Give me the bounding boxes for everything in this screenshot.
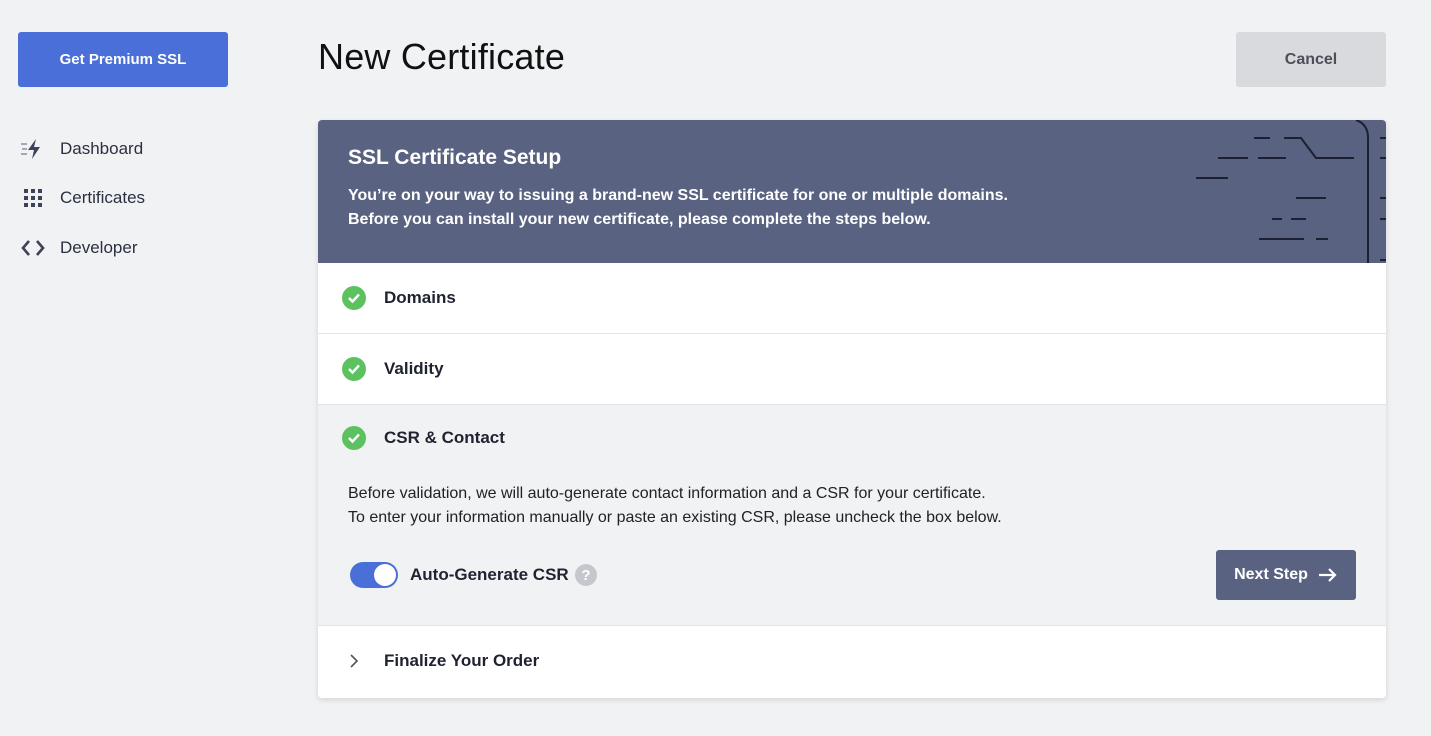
decoration-lines-icon bbox=[1196, 120, 1386, 263]
arrow-right-icon bbox=[1318, 568, 1337, 582]
auto-generate-csr-toggle[interactable] bbox=[350, 562, 398, 588]
check-circle-icon bbox=[342, 426, 366, 450]
step-label: Domains bbox=[384, 288, 456, 307]
csr-description: Before validation, we will auto-generate… bbox=[348, 482, 1386, 530]
sidebar-item-dashboard[interactable]: Dashboard bbox=[20, 124, 145, 174]
step-domains[interactable]: Domains bbox=[318, 263, 1386, 334]
help-icon[interactable]: ? bbox=[575, 564, 597, 586]
csr-desc-line-1: Before validation, we will auto-generate… bbox=[348, 485, 986, 502]
step-csr-contact: CSR & Contact Before validation, we will… bbox=[318, 405, 1386, 626]
step-label: Validity bbox=[384, 359, 444, 378]
chevron-right-icon bbox=[342, 649, 366, 673]
sidebar-item-label: Developer bbox=[60, 237, 138, 257]
next-step-button[interactable]: Next Step bbox=[1216, 550, 1356, 600]
step-label: Finalize Your Order bbox=[384, 651, 540, 670]
page-title: New Certificate bbox=[318, 36, 566, 77]
cancel-button[interactable]: Cancel bbox=[1236, 32, 1386, 87]
get-premium-ssl-button[interactable]: Get Premium SSL bbox=[18, 32, 228, 87]
sidebar-item-label: Dashboard bbox=[60, 138, 144, 158]
step-validity[interactable]: Validity bbox=[318, 334, 1386, 405]
lightning-icon bbox=[20, 136, 46, 162]
toggle-knob bbox=[374, 564, 396, 586]
csr-controls: Auto-Generate CSR ? Next Step bbox=[342, 550, 1386, 600]
csr-desc-line-2: To enter your information manually or pa… bbox=[348, 509, 1002, 526]
check-circle-icon bbox=[342, 357, 366, 381]
setup-card: SSL Certificate Setup You’re on your way… bbox=[318, 120, 1386, 698]
sidebar-item-label: Certificates bbox=[60, 188, 146, 208]
step-finalize-order[interactable]: Finalize Your Order bbox=[318, 626, 1386, 696]
step-label: CSR & Contact bbox=[384, 428, 505, 447]
next-step-label: Next Step bbox=[1234, 566, 1308, 583]
auto-generate-csr-label[interactable]: Auto-Generate CSR bbox=[410, 565, 569, 585]
setup-banner: SSL Certificate Setup You’re on your way… bbox=[318, 120, 1386, 263]
step-header[interactable]: CSR & Contact bbox=[342, 405, 1386, 471]
code-icon bbox=[20, 235, 46, 261]
sidebar-nav: Dashboard Certificates Developer bbox=[20, 124, 145, 273]
check-circle-icon bbox=[342, 286, 366, 310]
grid-icon bbox=[20, 185, 46, 211]
sidebar-item-developer[interactable]: Developer bbox=[20, 223, 145, 273]
sidebar-item-certificates[interactable]: Certificates bbox=[20, 174, 145, 224]
